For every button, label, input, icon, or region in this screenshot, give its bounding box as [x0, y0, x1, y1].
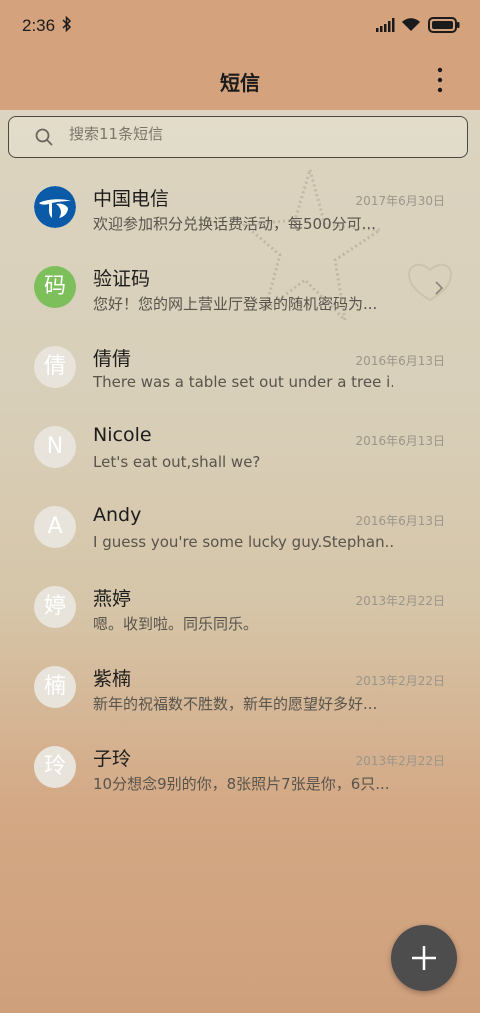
message-preview: Let's eat out,shall we?: [93, 453, 261, 471]
status-bar: 2:36: [0, 0, 480, 52]
conversation-row[interactable]: 中国电信 2017年6月30日 欢迎参加积分兑换话费活动，每500分可...: [0, 158, 480, 238]
search-input[interactable]: [69, 125, 449, 143]
conversation-row[interactable]: N Nicole 2016年6月13日 Let's eat out,shall …: [0, 398, 480, 478]
contact-name: 子玲: [93, 748, 132, 770]
chevron-right-icon: [435, 281, 444, 295]
contact-name: 紫楠: [93, 668, 132, 690]
new-message-button[interactable]: [391, 925, 457, 991]
contact-name: 验证码: [93, 268, 151, 290]
message-preview: There was a table set out under a tree i…: [93, 373, 393, 391]
conversation-row[interactable]: 婷 燕婷 2013年2月22日 嗯。收到啦。同乐同乐。: [0, 558, 480, 638]
message-preview: I guess you're some lucky guy.Stephan...: [93, 533, 393, 551]
avatar: 码: [34, 266, 76, 308]
contact-name: 中国电信: [93, 188, 170, 210]
china-telecom-logo: [34, 186, 76, 228]
status-time: 2:36: [22, 16, 56, 35]
contact-name: 倩倩: [93, 348, 132, 370]
message-preview: 新年的祝福数不胜数，新年的愿望好多好...: [93, 695, 378, 713]
conversation-row[interactable]: 玲 子玲 2013年2月22日 10分想念9别的你，8张照片7张是你，6只...: [0, 718, 480, 798]
avatar: 倩: [34, 346, 76, 388]
more-icon[interactable]: [430, 66, 450, 94]
conversation-row[interactable]: 楠 紫楠 2013年2月22日 新年的祝福数不胜数，新年的愿望好多好...: [0, 638, 480, 718]
message-date: 2013年2月22日: [355, 674, 445, 688]
avatar: 婷: [34, 586, 76, 628]
avatar: 楠: [34, 666, 76, 708]
message-preview: 嗯。收到啦。同乐同乐。: [93, 615, 259, 633]
conversation-row[interactable]: 倩 倩倩 2016年6月13日 There was a table set ou…: [0, 318, 480, 398]
contact-name: 燕婷: [93, 588, 132, 610]
contact-name: Nicole: [93, 424, 152, 446]
message-preview: 欢迎参加积分兑换话费活动，每500分可...: [93, 215, 376, 233]
message-date: 2013年2月22日: [355, 594, 445, 608]
message-preview: 10分想念9别的你，8张照片7张是你，6只...: [93, 775, 390, 793]
signal-icon: [376, 18, 395, 32]
search-icon: [35, 128, 53, 146]
wifi-icon: [402, 18, 420, 31]
avatar: A: [34, 506, 76, 548]
message-date: 2017年6月30日: [355, 194, 445, 208]
conversation-row[interactable]: A Andy 2016年6月13日 I guess you're some lu…: [0, 478, 480, 558]
page-title: 短信: [220, 71, 260, 95]
search-bar[interactable]: [8, 116, 468, 158]
contact-name: Andy: [93, 504, 142, 526]
message-date: 2016年6月13日: [355, 354, 445, 368]
message-preview: 您好！您的网上营业厅登录的随机密码为...: [93, 295, 378, 313]
avatar: N: [34, 426, 76, 468]
bluetooth-icon: [62, 15, 72, 33]
message-date: 2016年6月13日: [355, 434, 445, 448]
battery-icon: [428, 17, 460, 33]
avatar: 玲: [34, 746, 76, 788]
plus-icon: [412, 946, 436, 970]
conversation-row[interactable]: 码 验证码 您好！您的网上营业厅登录的随机密码为...: [0, 238, 480, 318]
message-date: 2016年6月13日: [355, 514, 445, 528]
message-date: 2013年2月22日: [355, 754, 445, 768]
